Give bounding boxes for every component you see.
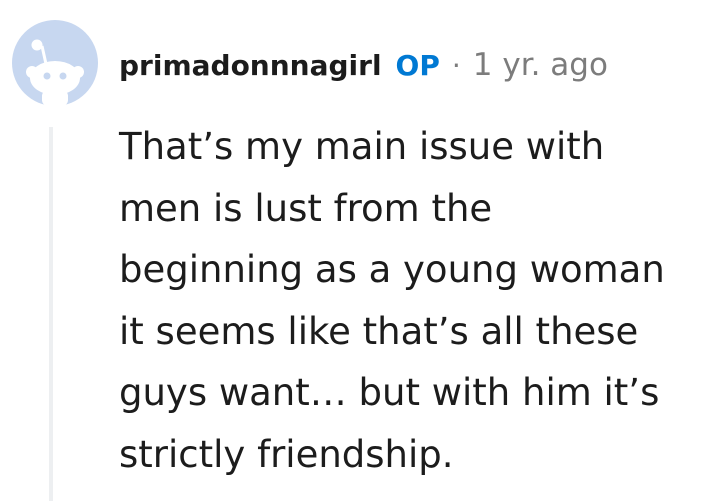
comment-header: primadonnnagirl OP · 1 yr. ago xyxy=(119,42,608,88)
comment-body-line: strictly friendship. xyxy=(119,432,454,476)
comment-body-line: beginning as a young woman xyxy=(119,248,665,291)
op-badge: OP xyxy=(395,48,440,82)
comment-body: That’s my main issue with men is lust fr… xyxy=(119,116,719,485)
comment-body-line: That’s my main issue with xyxy=(119,125,605,168)
comment-timestamp[interactable]: 1 yr. ago xyxy=(473,47,608,83)
comment: primadonnnagirl OP · 1 yr. ago That’s my… xyxy=(0,0,727,501)
username-link[interactable]: primadonnnagirl xyxy=(119,49,382,82)
comment-body-line: guys want… but with him it’s xyxy=(119,371,660,414)
comment-body-line: it seems like that’s all these xyxy=(119,309,639,353)
user-avatar[interactable] xyxy=(12,20,98,106)
comment-body-line: men is lust from the xyxy=(119,186,493,230)
thread-collapse-line[interactable] xyxy=(49,127,53,501)
snoo-avatar-icon xyxy=(12,20,98,106)
meta-separator: · xyxy=(451,48,461,82)
